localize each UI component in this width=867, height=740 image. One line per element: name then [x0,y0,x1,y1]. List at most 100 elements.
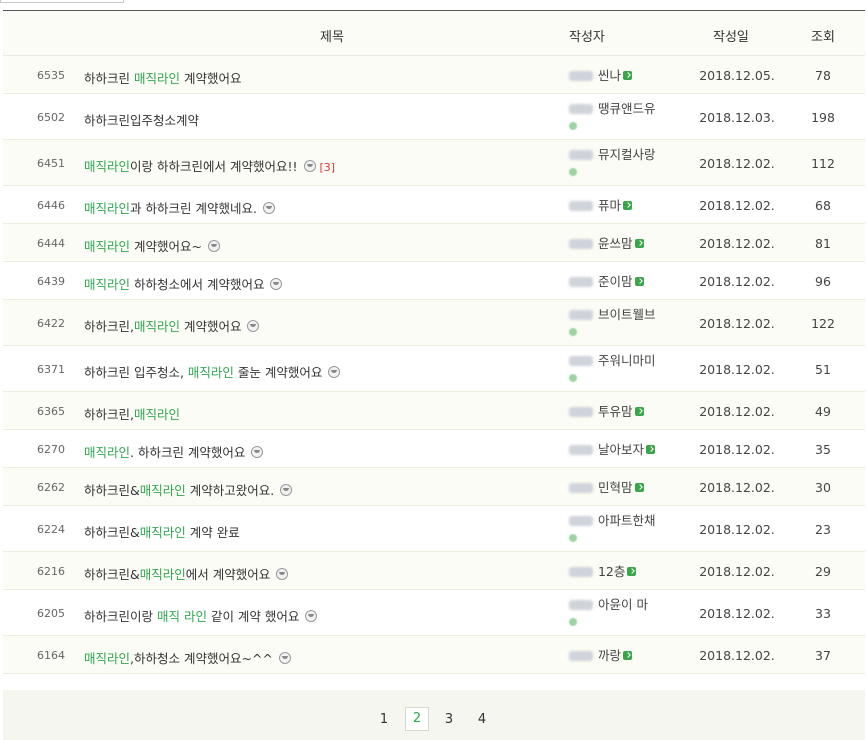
author-cell[interactable]: 씬나 [569,67,679,84]
post-title-link[interactable]: 하하크린,매직라인 [84,404,180,423]
author-cell[interactable]: 준이맘 [569,273,679,290]
post-title-link[interactable]: 하하크린,매직라인 계약했어요 [84,316,260,335]
emoticon-attachment-icon [270,278,283,290]
table-row[interactable]: 6422 하하크린,매직라인 계약했어요 브이트웰브 2018.12.02. 122 [3,300,865,346]
author-nickname[interactable]: 윤쓰맘 [598,236,633,251]
page-link[interactable]: 1 [373,709,395,731]
author-cell[interactable]: 윤쓰맘 [569,235,679,252]
author-nickname[interactable]: 씬나 [598,68,621,83]
highlight-keyword: 매직라인 [84,201,131,216]
author-cell[interactable]: 날아보자 [569,441,679,458]
table-row[interactable]: 6205 하하크린이랑 매직 라인 같이 계약 했어요 아윤이 마 2018.12.… [3,590,865,636]
post-title-link[interactable]: 하하크린 입주청소, 매직라인 줄눈 계약했어요 [84,362,341,381]
post-date: 2018.12.03. [699,110,775,125]
table-row[interactable]: 6270 매직라인. 하하크린 계약했어요 날아보자 2018.12.02. 35 [3,430,865,468]
post-title-link[interactable]: 하하크린 매직라인 계약했어요 [84,68,241,87]
emoticon-attachment-icon [247,320,260,332]
highlight-keyword: 매직라인 [139,525,186,540]
author-nickname[interactable]: 주워니마미 [598,353,656,368]
post-title-link[interactable]: 매직라인 하하청소에서 계약했어요 [84,274,283,293]
page-link[interactable]: 4 [471,709,493,731]
author-cell[interactable]: 땡큐앤드유 [569,100,679,134]
masked-author-prefix [569,239,593,249]
view-count: 122 [811,316,835,331]
author-nickname[interactable]: 까랑 [598,648,621,663]
table-row[interactable]: 6451 매직라인이랑 하하크린에서 계약했어요!! [3] 뮤지컬사랑 2018.1… [3,140,865,186]
view-count: 198 [811,110,835,125]
post-title-link[interactable]: 매직라인 계약했어요~ [84,236,220,255]
post-title-link[interactable]: 매직라인이랑 하하크린에서 계약했어요!! [3] [84,156,335,175]
member-level-icon [569,374,577,382]
comment-count[interactable]: [3] [320,161,336,174]
post-number: 6270 [37,443,65,456]
post-title-link[interactable]: 하하크린&매직라인 계약 완료 [84,522,240,541]
author-cell[interactable]: 투유맘 [569,403,679,420]
table-row[interactable]: 6216 하하크린&매직라인에서 계약했어요 12층 2018.12.02. 29 [3,552,865,590]
title-text: 하하청소에서 계약했어요 [130,277,265,292]
author-cell[interactable]: 뮤지컬사랑 [569,146,679,180]
post-title-link[interactable]: 하하크린&매직라인에서 계약했어요 [84,564,289,583]
emoticon-attachment-icon [303,160,316,172]
author-cell[interactable]: 주워니마미 [569,352,679,386]
post-title-link[interactable]: 하하크린이랑 매직 라인 같이 계약 했어요 [84,606,318,625]
highlight-keyword: 매직라인 [133,319,180,334]
masked-author-prefix [569,651,593,661]
table-row[interactable]: 6371 하하크린 입주청소, 매직라인 줄눈 계약했어요 주워니마미 2018.1… [3,346,865,392]
author-cell[interactable]: 민혁맘 [569,479,679,496]
post-date: 2018.12.02. [699,522,775,537]
author-cell[interactable]: 까랑 [569,647,679,664]
table-row[interactable]: 6444 매직라인 계약했어요~ 윤쓰맘 2018.12.02. 81 [3,224,865,262]
author-nickname[interactable]: 퓨마 [598,198,621,213]
masked-author-prefix [569,150,593,160]
author-nickname[interactable]: 투유맘 [598,404,633,419]
highlight-keyword: 매직라인 [139,567,186,582]
post-title-link[interactable]: 하하크린&매직라인 계약하고왔어요. [84,480,293,499]
post-number: 6444 [37,237,65,250]
author-cell[interactable]: 퓨마 [569,197,679,214]
author-nickname[interactable]: 뮤지컬사랑 [598,147,656,162]
author-nickname[interactable]: 땡큐앤드유 [598,101,656,116]
table-row[interactable]: 6262 하하크린&매직라인 계약하고왔어요. 민혁맘 2018.12.02. 30 [3,468,865,506]
post-number: 6216 [37,565,65,578]
title-text: 하하크린입주청소계약 [84,113,200,128]
member-level-icon [623,201,632,210]
author-nickname[interactable]: 민혁맘 [598,480,633,495]
post-number: 6535 [37,69,65,82]
page-current[interactable]: 2 [405,707,429,731]
title-text: 계약했어요 [180,319,242,334]
table-row[interactable]: 6502 하하크린입주청소계약 땡큐앤드유 2018.12.03. 198 [3,94,865,140]
author-nickname[interactable]: 아파트한채 [598,513,656,528]
highlight-keyword: 매직라인 [133,71,180,86]
author-cell[interactable]: 브이트웰브 [569,306,679,340]
masked-author-prefix [569,483,593,493]
table-row[interactable]: 6164 매직라인,하하청소 계약했어요~^^ 까랑 2018.12.02. 37 [3,636,865,674]
table-row[interactable]: 6535 하하크린 매직라인 계약했어요 씬나 2018.12.05. 78 [3,56,865,94]
author-nickname[interactable]: 날아보자 [598,442,644,457]
table-row[interactable]: 6224 하하크린&매직라인 계약 완료 아파트한채 2018.12.02. 23 [3,506,865,552]
post-date: 2018.12.02. [699,404,775,419]
table-body: 6535 하하크린 매직라인 계약했어요 씬나 2018.12.05. 78 6502 하… [3,56,865,674]
author-nickname[interactable]: 준이맘 [598,274,633,289]
page-link[interactable]: 3 [438,709,460,731]
author-cell[interactable]: 아윤이 마 [569,596,679,630]
header-views: 조회 [811,30,835,45]
post-title-link[interactable]: 하하크린입주청소계약 [84,110,199,129]
member-level-icon [569,534,577,542]
table-row[interactable]: 6446 매직라인과 하하크린 계약했네요. 퓨마 2018.12.02. 68 [3,186,865,224]
post-title-link[interactable]: 매직라인과 하하크린 계약했네요. [84,198,275,217]
highlight-keyword: 매직 라인 [156,609,207,624]
author-cell[interactable]: 12층 [569,563,679,580]
author-nickname[interactable]: 12층 [598,564,625,579]
table-row[interactable]: 6439 매직라인 하하청소에서 계약했어요 준이맘 2018.12.02. 96 [3,262,865,300]
title-text: 에서 계약했어요 [185,567,271,582]
author-nickname[interactable]: 브이트웰브 [598,307,656,322]
title-text: 하하크린, [84,319,134,334]
post-title-link[interactable]: 매직라인. 하하크린 계약했어요 [84,442,264,461]
author-nickname[interactable]: 아윤이 마 [598,597,648,612]
emoticon-attachment-icon [280,484,293,496]
masked-author-prefix [569,201,593,211]
emoticon-attachment-icon [276,568,289,580]
author-cell[interactable]: 아파트한채 [569,512,679,546]
post-title-link[interactable]: 매직라인,하하청소 계약했어요~^^ [84,648,291,667]
table-row[interactable]: 6365 하하크린,매직라인 투유맘 2018.12.02. 49 [3,392,865,430]
